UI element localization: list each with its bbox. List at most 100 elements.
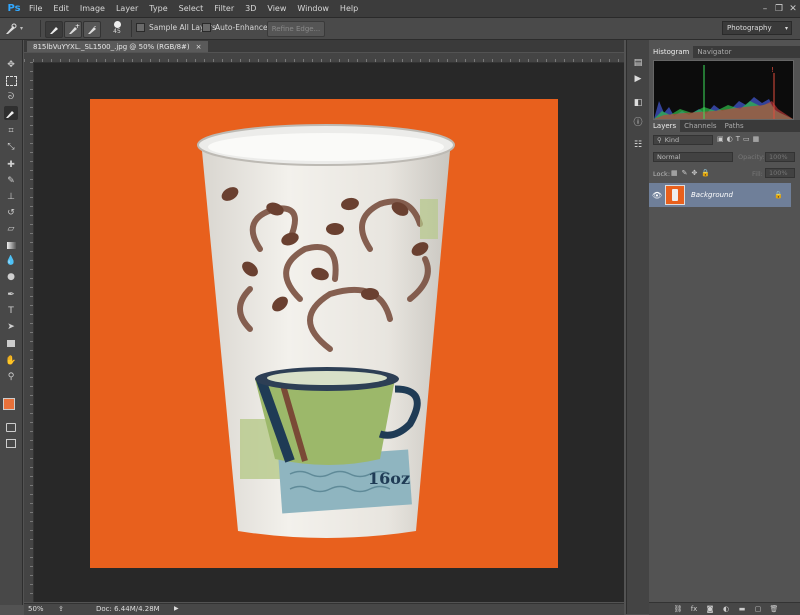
- quick-selection-icon: [6, 23, 17, 34]
- layer-style-icon[interactable]: fx: [689, 604, 699, 614]
- checkbox-box[interactable]: [136, 23, 145, 32]
- tab-histogram[interactable]: Histogram: [649, 46, 694, 58]
- menu-bar: Ps File Edit Image Layer Type Select Fil…: [0, 0, 800, 18]
- crop-tool-icon[interactable]: ⌗: [4, 124, 18, 138]
- menu-select[interactable]: Select: [179, 4, 204, 13]
- menu-help[interactable]: Help: [340, 4, 358, 13]
- restore-button[interactable]: ❐: [772, 3, 786, 15]
- lock-label: Lock:: [653, 170, 671, 178]
- delete-layer-icon[interactable]: 🗑: [769, 604, 779, 614]
- move-tool-icon[interactable]: ✥: [4, 58, 18, 72]
- adjustments-panel-icon[interactable]: ◧: [631, 96, 645, 110]
- filter-shape-icon[interactable]: ▭: [743, 135, 750, 145]
- eraser-tool-icon[interactable]: ▱: [4, 222, 18, 236]
- lasso-tool-icon[interactable]: ᘐ: [4, 90, 18, 104]
- menu-view[interactable]: View: [267, 4, 286, 13]
- zoom-level[interactable]: 50%: [28, 605, 44, 613]
- layers-panel-footer: ⛓ fx ◙ ◐ ▬ ▢ 🗑: [649, 602, 800, 615]
- blend-mode-select[interactable]: Normal: [653, 152, 733, 162]
- screen-mode-icon[interactable]: [4, 436, 18, 450]
- subtract-from-selection-button[interactable]: -: [83, 21, 101, 38]
- auto-enhance-checkbox[interactable]: Auto-Enhance: [202, 23, 268, 32]
- dodge-tool-icon[interactable]: ●: [4, 270, 18, 284]
- layer-lock-icon: 🔒: [774, 191, 783, 199]
- quick-mask-icon[interactable]: [4, 420, 18, 434]
- status-menu-icon[interactable]: ▶: [174, 605, 179, 612]
- quick-selection-tool-icon[interactable]: [4, 106, 18, 120]
- ruler-horizontal: [24, 53, 624, 63]
- type-tool-icon[interactable]: T: [4, 304, 18, 318]
- fill-label: Fill:: [752, 170, 763, 178]
- link-layers-icon[interactable]: ⛓: [673, 604, 683, 614]
- document-title: 815lbVuYYXL._SL1500_.jpg @ 50% (RGB/8#): [33, 42, 190, 51]
- pen-tool-icon[interactable]: ✒: [4, 288, 18, 302]
- info-panel-icon[interactable]: ⓘ: [631, 114, 645, 128]
- add-to-selection-button[interactable]: +: [64, 21, 82, 38]
- opacity-field[interactable]: 100%: [765, 152, 795, 162]
- lock-transparent-icon[interactable]: ▦: [671, 169, 678, 177]
- properties-panel-icon[interactable]: ☷: [631, 138, 645, 152]
- collapsed-panels-column: ▤ ▶ ◧ ⓘ ☷: [626, 40, 650, 614]
- coffee-cup-image: 16oz: [197, 124, 455, 538]
- filter-type-icon[interactable]: T: [736, 135, 740, 145]
- workspace-select[interactable]: Photography ▾: [722, 21, 792, 35]
- layer-mask-icon[interactable]: ◙: [705, 604, 715, 614]
- menu-filter[interactable]: Filter: [214, 4, 234, 13]
- new-layer-icon[interactable]: ▢: [753, 604, 763, 614]
- lock-icons: ▦ ✎ ✥ 🔒: [671, 169, 710, 177]
- close-tab-icon[interactable]: ×: [196, 43, 202, 51]
- visibility-eye-icon[interactable]: 👁: [649, 191, 665, 200]
- tab-layers[interactable]: Layers: [649, 120, 681, 132]
- new-group-icon[interactable]: ▬: [737, 604, 747, 614]
- brush-subtract-icon: -: [88, 23, 96, 34]
- brush-size-value: 45: [113, 28, 121, 35]
- menu-3d[interactable]: 3D: [245, 4, 256, 13]
- document-tab[interactable]: 815lbVuYYXL._SL1500_.jpg @ 50% (RGB/8#) …: [27, 41, 208, 52]
- history-panel-icon[interactable]: ▤: [631, 56, 645, 70]
- close-window-button[interactable]: ✕: [786, 3, 800, 15]
- menu-edit[interactable]: Edit: [53, 4, 69, 13]
- filter-adjustment-icon[interactable]: ◐: [727, 135, 733, 145]
- tab-navigator[interactable]: Navigator: [693, 46, 735, 58]
- refine-edge-button[interactable]: Refine Edge...: [267, 21, 325, 37]
- eyedropper-tool-icon[interactable]: ⤡: [4, 140, 18, 154]
- zoom-tool-icon[interactable]: ⚲: [4, 370, 18, 384]
- filter-pixel-icon[interactable]: ▣: [717, 135, 724, 145]
- lock-all-icon[interactable]: 🔒: [701, 169, 710, 177]
- menu-window[interactable]: Window: [297, 4, 329, 13]
- healing-brush-tool-icon[interactable]: ✚: [4, 158, 18, 172]
- filter-smart-icon[interactable]: ▦: [753, 135, 760, 145]
- actions-panel-icon[interactable]: ▶: [631, 72, 645, 86]
- marquee-tool-icon[interactable]: [4, 74, 18, 88]
- new-selection-button[interactable]: [45, 21, 63, 38]
- lock-position-icon[interactable]: ✥: [692, 169, 698, 177]
- path-selection-tool-icon[interactable]: ➤: [4, 320, 18, 334]
- fill-field[interactable]: 100%: [765, 168, 795, 178]
- history-brush-tool-icon[interactable]: ↺: [4, 206, 18, 220]
- minimize-button[interactable]: –: [758, 3, 772, 15]
- lock-pixels-icon[interactable]: ✎: [682, 169, 688, 177]
- kind-filter-select[interactable]: ⚲ Kind: [653, 135, 713, 145]
- tool-preset-picker[interactable]: ▾: [4, 21, 34, 36]
- foreground-color-swatch[interactable]: [3, 398, 15, 410]
- tab-channels[interactable]: Channels: [680, 120, 720, 132]
- adjustment-layer-icon[interactable]: ◐: [721, 604, 731, 614]
- brush-size-picker[interactable]: 45: [106, 21, 128, 36]
- blur-tool-icon[interactable]: 💧: [4, 254, 18, 268]
- document-canvas[interactable]: 16oz: [90, 99, 558, 568]
- menu-image[interactable]: Image: [80, 4, 105, 13]
- menu-type[interactable]: Type: [149, 4, 167, 13]
- brush-tool-icon[interactable]: ✎: [4, 174, 18, 188]
- menu-file[interactable]: File: [29, 4, 42, 13]
- layer-row-background[interactable]: 👁 Background 🔒: [649, 183, 791, 207]
- svg-text:+: +: [75, 23, 80, 30]
- menu-layer[interactable]: Layer: [116, 4, 138, 13]
- clone-stamp-tool-icon[interactable]: ⊥: [4, 190, 18, 204]
- export-icon[interactable]: ⇪: [58, 605, 64, 613]
- gradient-tool-icon[interactable]: [4, 238, 18, 252]
- checkbox-box[interactable]: [202, 23, 211, 32]
- hand-tool-icon[interactable]: ✋: [4, 354, 18, 368]
- brush-tip-icon: [113, 21, 121, 28]
- rectangle-tool-icon[interactable]: [4, 336, 18, 350]
- tab-paths[interactable]: Paths: [721, 120, 748, 132]
